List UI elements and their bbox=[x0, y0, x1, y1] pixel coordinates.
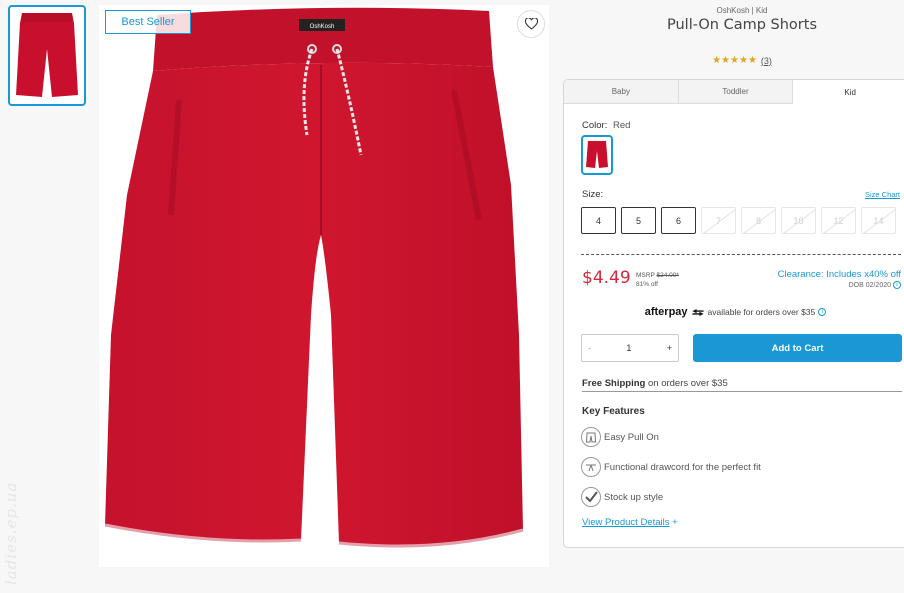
dob-row: DOB 02/2020 i bbox=[849, 281, 901, 289]
shorts-swatch-icon bbox=[586, 141, 608, 168]
view-product-details-link[interactable]: View Product Details + bbox=[582, 517, 678, 528]
feature-item: Stock up style bbox=[581, 487, 663, 507]
tab-baby[interactable]: Baby bbox=[564, 80, 679, 103]
purchase-panel: Baby Toddler Kid Color: Red Size: Size C… bbox=[563, 79, 904, 548]
favorite-button[interactable] bbox=[517, 10, 545, 38]
size-option-6[interactable]: 6 bbox=[661, 207, 696, 234]
discount-percent: 81% off bbox=[636, 281, 658, 288]
quantity-stepper: - 1 + bbox=[581, 334, 679, 362]
dob-text: DOB 02/2020 bbox=[848, 281, 891, 289]
shorts-image: OshKosh bbox=[104, 7, 524, 548]
feature-label: Stock up style bbox=[604, 491, 664, 503]
key-features-title: Key Features bbox=[582, 406, 645, 417]
add-to-cart-button[interactable]: Add to Cart bbox=[693, 334, 902, 362]
details-link-label[interactable]: View Product Details bbox=[582, 517, 669, 528]
feature-label: Functional drawcord for the perfect fit bbox=[604, 461, 761, 473]
color-row: Color: Red bbox=[582, 120, 630, 131]
size-range-tabs: Baby Toddler Kid bbox=[564, 80, 904, 104]
svg-text:OshKosh: OshKosh bbox=[310, 24, 335, 30]
afterpay-text: available for orders over $35 bbox=[707, 307, 816, 317]
shipping-text: on orders over $35 bbox=[647, 378, 728, 389]
tab-kid[interactable]: Kid bbox=[793, 80, 904, 104]
color-label: Color: bbox=[582, 120, 608, 131]
heart-outline-icon bbox=[524, 18, 538, 30]
afterpay-info-icon[interactable]: i bbox=[818, 308, 827, 316]
shipping-bold: Free Shipping bbox=[582, 378, 646, 389]
sale-price: $4.49 bbox=[582, 268, 631, 288]
check-icon bbox=[581, 487, 601, 507]
size-label: Size: bbox=[582, 189, 604, 200]
size-option-8[interactable]: 8 bbox=[741, 207, 776, 234]
size-options: 4 5 6 7 8 10 12 14 bbox=[581, 207, 896, 234]
product-thumbnail[interactable] bbox=[8, 5, 86, 106]
size-option-10[interactable]: 10 bbox=[781, 207, 816, 234]
tab-toddler[interactable]: Toddler bbox=[678, 80, 794, 103]
main-product-image: OshKosh Best Seller bbox=[99, 5, 549, 567]
feature-item: Functional drawcord for the perfect fit bbox=[581, 457, 761, 477]
color-swatch-red[interactable] bbox=[581, 135, 613, 175]
quantity-plus-button[interactable]: + bbox=[667, 343, 672, 353]
afterpay-row: afterpay available for orders over $35 i bbox=[564, 306, 904, 318]
shorts-thumbnail-image bbox=[16, 13, 78, 97]
size-chart-link[interactable]: Size Chart bbox=[865, 190, 900, 199]
drawcord-icon bbox=[581, 457, 601, 477]
afterpay-logo: afterpay bbox=[644, 306, 688, 318]
quantity-input[interactable]: 1 bbox=[626, 343, 631, 353]
feature-label: Easy Pull On bbox=[604, 431, 659, 443]
afterpay-arrows-icon bbox=[691, 308, 704, 316]
msrp-value: $24.00* bbox=[656, 272, 679, 279]
info-icon[interactable]: i bbox=[893, 281, 901, 289]
rating[interactable]: ★★★★★ (3) bbox=[580, 55, 904, 66]
msrp-block: MSRP $24.00* 81% off bbox=[636, 271, 679, 289]
clearance-text: Clearance: Includes x40% off bbox=[777, 269, 901, 280]
pants-icon bbox=[581, 427, 601, 447]
best-seller-badge: Best Seller bbox=[105, 10, 191, 34]
color-value: Red bbox=[612, 120, 631, 131]
size-option-5[interactable]: 5 bbox=[621, 207, 656, 234]
review-count-link[interactable]: (3) bbox=[761, 56, 772, 66]
divider bbox=[581, 254, 901, 255]
watermark: ladies.ep.ua bbox=[2, 481, 20, 585]
size-option-12[interactable]: 12 bbox=[821, 207, 856, 234]
size-option-14[interactable]: 14 bbox=[861, 207, 896, 234]
size-option-7[interactable]: 7 bbox=[701, 207, 736, 234]
msrp-label: MSRP bbox=[636, 272, 655, 279]
size-option-4[interactable]: 4 bbox=[581, 207, 616, 234]
feature-item: Easy Pull On bbox=[581, 427, 659, 447]
product-title: Pull-On Camp Shorts bbox=[667, 17, 817, 33]
shipping-info: Free Shipping on orders over $35 bbox=[582, 378, 902, 392]
quantity-minus-button[interactable]: - bbox=[588, 343, 591, 353]
plus-icon: + bbox=[672, 517, 678, 528]
brand-line: OshKosh | Kid bbox=[716, 6, 768, 15]
star-rating-icon: ★★★★★ bbox=[712, 55, 757, 66]
